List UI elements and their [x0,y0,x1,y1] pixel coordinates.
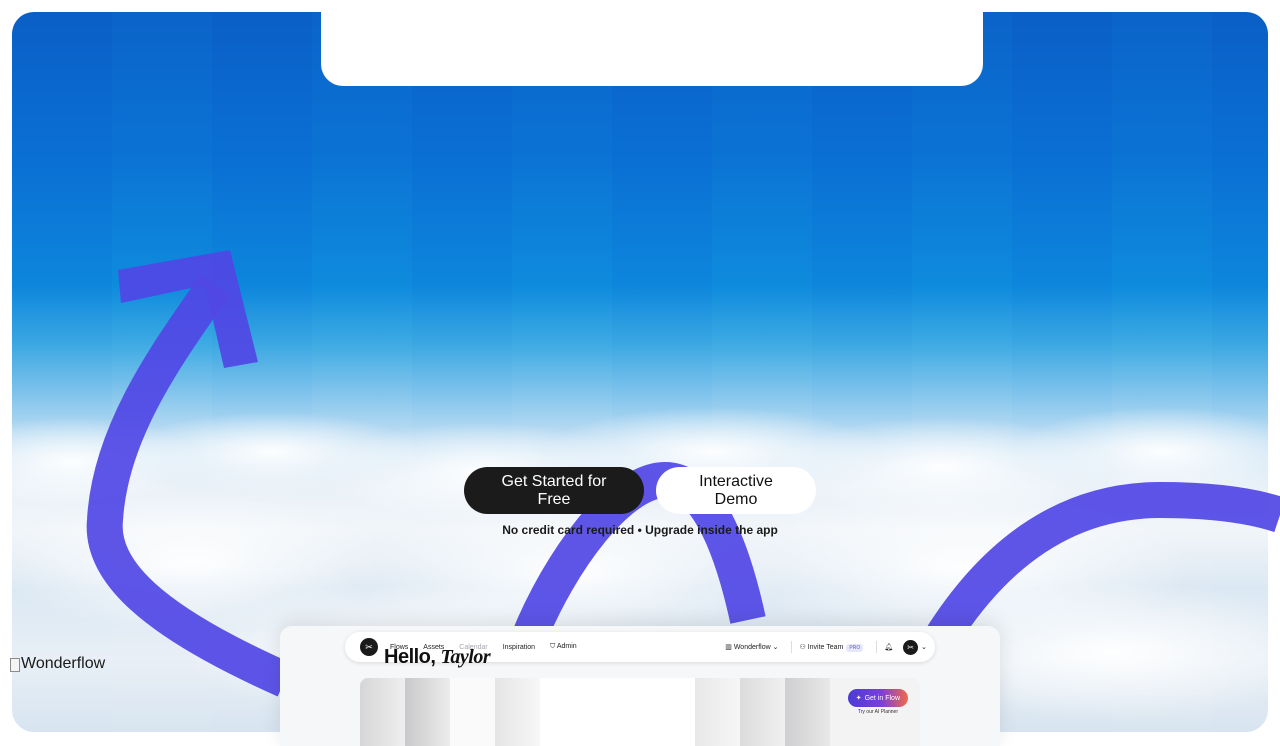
workspace-label: Wonderflow [733,644,771,651]
interactive-demo-button[interactable]: Interactive Demo [656,467,816,514]
invite-team-button[interactable]: ⚇ Invite Team PRO [799,643,864,652]
greeting-prefix: Hello, [384,646,436,668]
hero-stripes [12,12,1268,732]
nav-admin-label: Admin [556,643,577,650]
greeting: Hello, Taylor [384,646,491,669]
logo-image-broken: Wonderflow [10,655,105,673]
nav-divider-2 [876,641,878,653]
shield-icon: ⛉ [550,643,557,650]
nav-admin[interactable]: ⛉ Admin [550,643,577,651]
cta-row: Get Started for Free Interactive Demo [464,467,816,514]
flow-subtext: Try our AI Planner [857,709,898,715]
no-credit-card-note: No credit card required • Upgrade inside… [502,523,778,537]
app-preview-body: ✦ Get in Flow Try our AI Planner [360,678,920,746]
broken-image-icon [10,658,20,672]
avatar[interactable]: ✂ [903,639,919,655]
sparkle-icon: ✦ [855,695,862,702]
get-in-flow-button[interactable]: ✦ Get in Flow [847,689,908,707]
nav-right: ▥ Wonderflow ⌄ ⚇ Invite Team PRO 🔔︎ ✂ ⌄ [725,639,935,655]
top-notch [321,12,983,86]
flow-button-label: Get in Flow [864,694,900,702]
building-icon: ▥ [725,644,734,651]
nav-inspiration[interactable]: Inspiration [503,644,535,651]
nav-divider [791,641,793,653]
get-started-button[interactable]: Get Started for Free [464,467,644,514]
pro-badge: PRO [846,644,864,652]
chevron-down-icon[interactable]: ⌄ [921,643,927,651]
app-logo-icon[interactable]: ✂ [360,638,378,656]
invite-label: Invite Team [807,644,844,651]
greeting-name: Taylor [440,646,491,668]
add-user-icon: ⚇ [799,644,808,651]
app-preview: ✂ Flows Assets Calendar Inspiration ⛉ Ad… [280,626,1000,746]
logo-alt-text: Wonderflow [21,655,106,672]
workspace-switcher[interactable]: ▥ Wonderflow ⌄ [725,643,778,651]
hero-background [12,12,1268,732]
chevron-down-icon: ⌄ [770,644,779,651]
bell-icon[interactable]: 🔔︎ [884,643,893,651]
